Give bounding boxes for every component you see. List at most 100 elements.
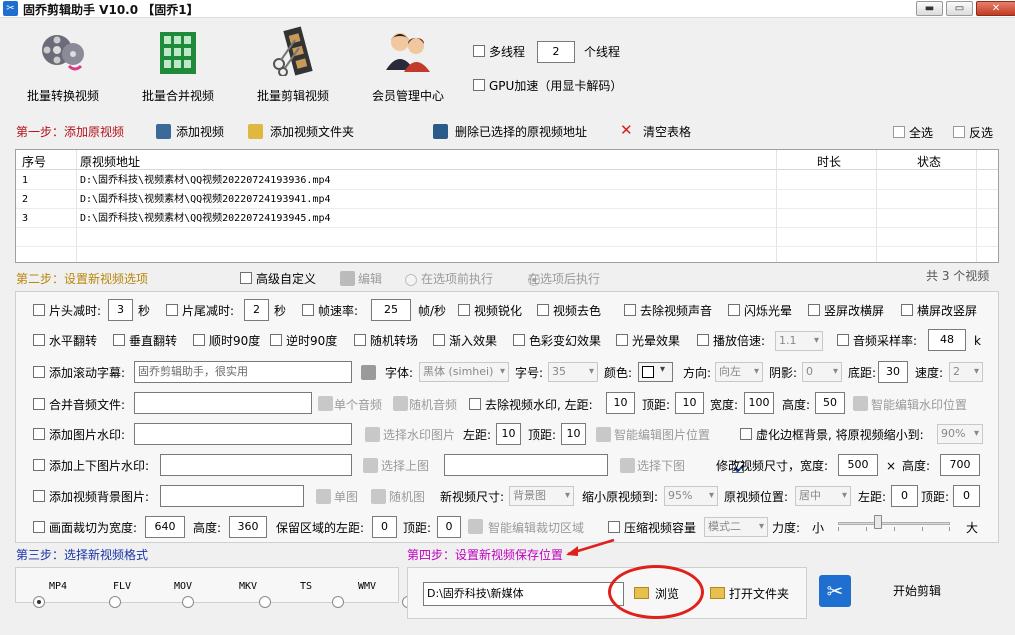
h2v-checkbox[interactable] bbox=[901, 304, 913, 316]
merge-audio-checkbox[interactable] bbox=[33, 398, 45, 410]
scroll-subtitle-input[interactable]: 固乔剪辑助手，很实用 bbox=[134, 361, 352, 383]
tail-cut-checkbox[interactable] bbox=[166, 304, 178, 316]
keep-left-input[interactable]: 0 bbox=[372, 516, 397, 538]
member-center-button[interactable]: 会员管理中心 bbox=[353, 26, 463, 106]
batch-merge-button[interactable]: 批量合并视频 bbox=[123, 26, 233, 106]
single-image-button[interactable]: 单图 bbox=[334, 490, 358, 504]
keep-top-input[interactable]: 0 bbox=[437, 516, 461, 538]
strength-slider[interactable] bbox=[838, 514, 950, 534]
resize-height-input[interactable]: 700 bbox=[940, 454, 980, 476]
single-audio-button[interactable]: 单个音频 bbox=[334, 398, 382, 412]
remove-watermark-checkbox[interactable] bbox=[469, 398, 481, 410]
smart-image-button[interactable]: 智能编辑图片位置 bbox=[614, 428, 710, 442]
shrink-select[interactable]: 95% bbox=[664, 486, 718, 506]
blur-scale-select[interactable]: 90% bbox=[937, 424, 983, 444]
add-video-button[interactable]: 添加视频 bbox=[156, 123, 228, 141]
maximize-button[interactable]: ▭ bbox=[946, 1, 973, 16]
merge-audio-input[interactable] bbox=[134, 392, 312, 414]
bottom-input[interactable]: 30 bbox=[878, 361, 908, 383]
crop-height-input[interactable]: 360 bbox=[229, 516, 267, 538]
vflip-checkbox[interactable] bbox=[113, 334, 125, 346]
batch-cut-button[interactable]: 批量剪辑视频 bbox=[238, 26, 348, 106]
before-radio[interactable] bbox=[405, 273, 417, 286]
batch-convert-button[interactable]: 批量转换视频 bbox=[8, 26, 118, 106]
bg-left-input[interactable]: 0 bbox=[891, 485, 918, 507]
video-table[interactable]: 序号 原视频地址 时长 状态 1 D:\固乔科技\视频素材\QQ视频202207… bbox=[15, 149, 999, 263]
ccw90-checkbox[interactable] bbox=[270, 334, 282, 346]
direction-select[interactable]: 向左 bbox=[715, 362, 763, 382]
start-button[interactable]: ✂ 开始剪辑 bbox=[817, 573, 947, 611]
bg-image-input[interactable] bbox=[160, 485, 304, 507]
random-transition-checkbox[interactable] bbox=[354, 334, 366, 346]
top-image-input[interactable] bbox=[160, 454, 352, 476]
scroll-subtitle-checkbox[interactable] bbox=[33, 366, 45, 378]
fps-input[interactable]: 25 bbox=[371, 299, 411, 321]
delete-selected-button[interactable]: 删除已选择的原视频地址 bbox=[433, 123, 593, 141]
wm-width-input[interactable]: 100 bbox=[744, 392, 774, 414]
bottom-image-input[interactable] bbox=[444, 454, 608, 476]
img-left-input[interactable]: 10 bbox=[496, 423, 521, 445]
speed-select[interactable]: 1.1 bbox=[775, 331, 823, 351]
format-radio-mov[interactable] bbox=[182, 595, 194, 608]
crop-width-input[interactable]: 640 bbox=[145, 516, 185, 538]
img-top-input[interactable]: 10 bbox=[561, 423, 586, 445]
crop-checkbox[interactable] bbox=[33, 521, 45, 533]
close-button[interactable]: ✕ bbox=[976, 1, 1015, 16]
gpu-checkbox[interactable] bbox=[473, 79, 485, 91]
select-all-button[interactable]: 全选 bbox=[893, 124, 938, 142]
bg-image-checkbox[interactable] bbox=[33, 490, 45, 502]
font-select[interactable]: 黑体 (simhei) bbox=[419, 362, 509, 382]
fps-checkbox[interactable] bbox=[302, 304, 314, 316]
advanced-checkbox[interactable] bbox=[240, 272, 252, 284]
random-image-button[interactable]: 随机图 bbox=[389, 490, 425, 504]
bg-top-input[interactable]: 0 bbox=[953, 485, 980, 507]
color-picker[interactable]: ▾ bbox=[638, 362, 673, 382]
sharpen-checkbox[interactable] bbox=[458, 304, 470, 316]
edit-button[interactable]: 编辑 bbox=[358, 272, 382, 286]
velocity-select[interactable]: 2 bbox=[949, 362, 983, 382]
flash-checkbox[interactable] bbox=[728, 304, 740, 316]
thread-count-input[interactable]: 2 bbox=[537, 41, 575, 63]
table-row[interactable]: 3 D:\固乔科技\视频素材\QQ视频20220724193945.mp4 bbox=[16, 209, 998, 228]
multithread-checkbox[interactable] bbox=[473, 45, 485, 57]
position-select[interactable]: 居中 bbox=[795, 486, 851, 506]
image-watermark-checkbox[interactable] bbox=[33, 428, 45, 440]
table-row[interactable]: 2 D:\固乔科技\视频素材\QQ视频20220724193941.mp4 bbox=[16, 190, 998, 209]
cw90-checkbox[interactable] bbox=[193, 334, 205, 346]
head-cut-checkbox[interactable] bbox=[33, 304, 45, 316]
save-path-input[interactable]: D:\固乔科技\新媒体 bbox=[423, 582, 624, 606]
format-radio-flv[interactable] bbox=[109, 595, 121, 608]
format-radio-mp4[interactable] bbox=[33, 595, 45, 608]
minimize-button[interactable]: ▬ bbox=[916, 1, 943, 16]
size-select[interactable]: 35 bbox=[548, 362, 598, 382]
sample-rate-input[interactable]: 48 bbox=[928, 329, 966, 351]
fadein-checkbox[interactable] bbox=[433, 334, 445, 346]
wm-height-input[interactable]: 50 bbox=[815, 392, 845, 414]
color-fx-checkbox[interactable] bbox=[513, 334, 525, 346]
smart-crop-button[interactable]: 智能编辑裁切区域 bbox=[488, 521, 584, 535]
v2h-checkbox[interactable] bbox=[808, 304, 820, 316]
speed-checkbox[interactable] bbox=[697, 334, 709, 346]
random-audio-button[interactable]: 随机音频 bbox=[409, 398, 457, 412]
invert-selection-button[interactable]: 反选 bbox=[953, 124, 998, 142]
add-folder-button[interactable]: 添加视频文件夹 bbox=[248, 123, 360, 141]
choose-image-button[interactable]: 选择水印图片 bbox=[383, 428, 455, 442]
clear-table-button[interactable]: ✕ 清空表格 bbox=[620, 123, 695, 141]
compress-mode-select[interactable]: 模式二 bbox=[704, 517, 768, 537]
glow-checkbox[interactable] bbox=[616, 334, 628, 346]
blur-bg-checkbox[interactable] bbox=[740, 428, 752, 440]
top-bottom-image-checkbox[interactable] bbox=[33, 459, 45, 471]
format-radio-ts[interactable] bbox=[332, 595, 344, 608]
tail-cut-input[interactable]: 2 bbox=[244, 299, 269, 321]
head-cut-input[interactable]: 3 bbox=[108, 299, 133, 321]
format-radio-mkv[interactable] bbox=[259, 595, 271, 608]
new-size-select[interactable]: 背景图 bbox=[509, 486, 574, 506]
hflip-checkbox[interactable] bbox=[33, 334, 45, 346]
choose-top-image-button[interactable]: 选择上图 bbox=[381, 459, 429, 473]
wm-top-input[interactable]: 10 bbox=[675, 392, 704, 414]
sample-rate-checkbox[interactable] bbox=[837, 334, 849, 346]
choose-bottom-image-button[interactable]: 选择下图 bbox=[637, 459, 685, 473]
compress-checkbox[interactable] bbox=[608, 521, 620, 533]
mute-checkbox[interactable] bbox=[624, 304, 636, 316]
shadow-select[interactable]: 0 bbox=[802, 362, 842, 382]
